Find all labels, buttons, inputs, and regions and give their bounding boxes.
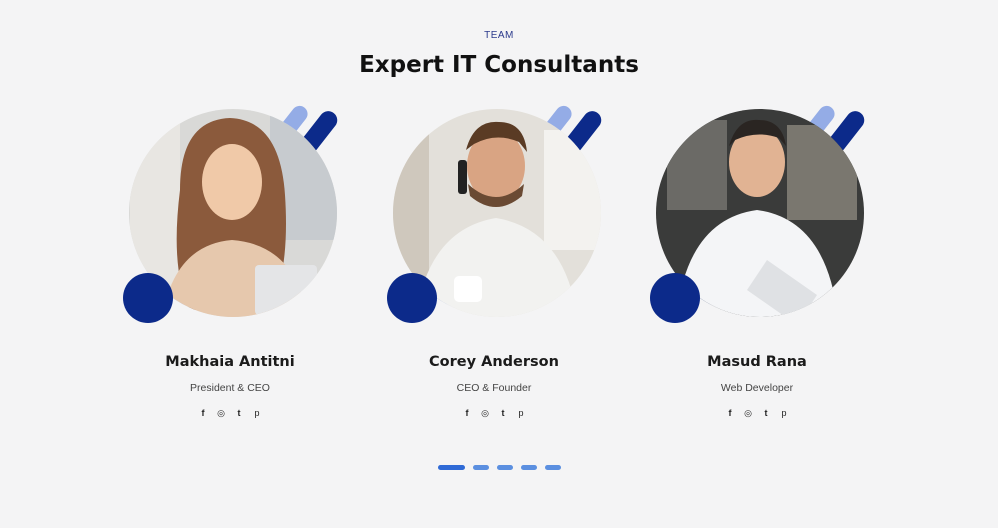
twitter-icon[interactable]: t [761,408,771,419]
pinterest-icon[interactable]: p [779,408,789,419]
member-role: CEO & Founder [456,382,532,394]
team-card: Corey Anderson CEO & Founder f ◎ t p [384,0,644,430]
facebook-icon[interactable]: f [198,408,208,419]
twitter-icon[interactable]: t [234,408,244,419]
instagram-icon[interactable]: ◎ [480,408,490,419]
pinterest-icon[interactable]: p [252,408,262,419]
member-name: Makhaia Antitni [165,354,295,370]
decor-circle-dark [650,273,700,323]
facebook-icon[interactable]: f [725,408,735,419]
member-photo [387,105,602,323]
social-links: f ◎ t p [647,408,867,419]
instagram-icon[interactable]: ◎ [743,408,753,419]
twitter-icon[interactable]: t [498,408,508,419]
decor-circle-dark [387,273,437,323]
pinterest-icon[interactable]: p [516,408,526,419]
member-role: Web Developer [720,382,794,394]
member-photo [123,105,338,323]
social-links: f ◎ t p [384,408,604,419]
carousel-dot-3[interactable] [496,465,513,470]
carousel-dot-4[interactable] [520,465,537,470]
carousel-dot-2[interactable] [472,465,489,470]
decor-circle-dark [123,273,173,323]
facebook-icon[interactable]: f [462,408,472,419]
member-name: Masud Rana [707,354,807,370]
instagram-icon[interactable]: ◎ [216,408,226,419]
carousel-pagination [0,465,998,470]
social-links: f ◎ t p [120,408,340,419]
team-card: Masud Rana Web Developer f ◎ t p [647,0,907,430]
member-role: President & CEO [190,382,270,394]
team-card: Makhaia Antitni President & CEO f ◎ t p [120,0,380,430]
member-photo [650,105,865,323]
carousel-dot-5[interactable] [544,465,561,470]
carousel-dot-1[interactable] [437,465,465,470]
member-name: Corey Anderson [429,354,559,370]
